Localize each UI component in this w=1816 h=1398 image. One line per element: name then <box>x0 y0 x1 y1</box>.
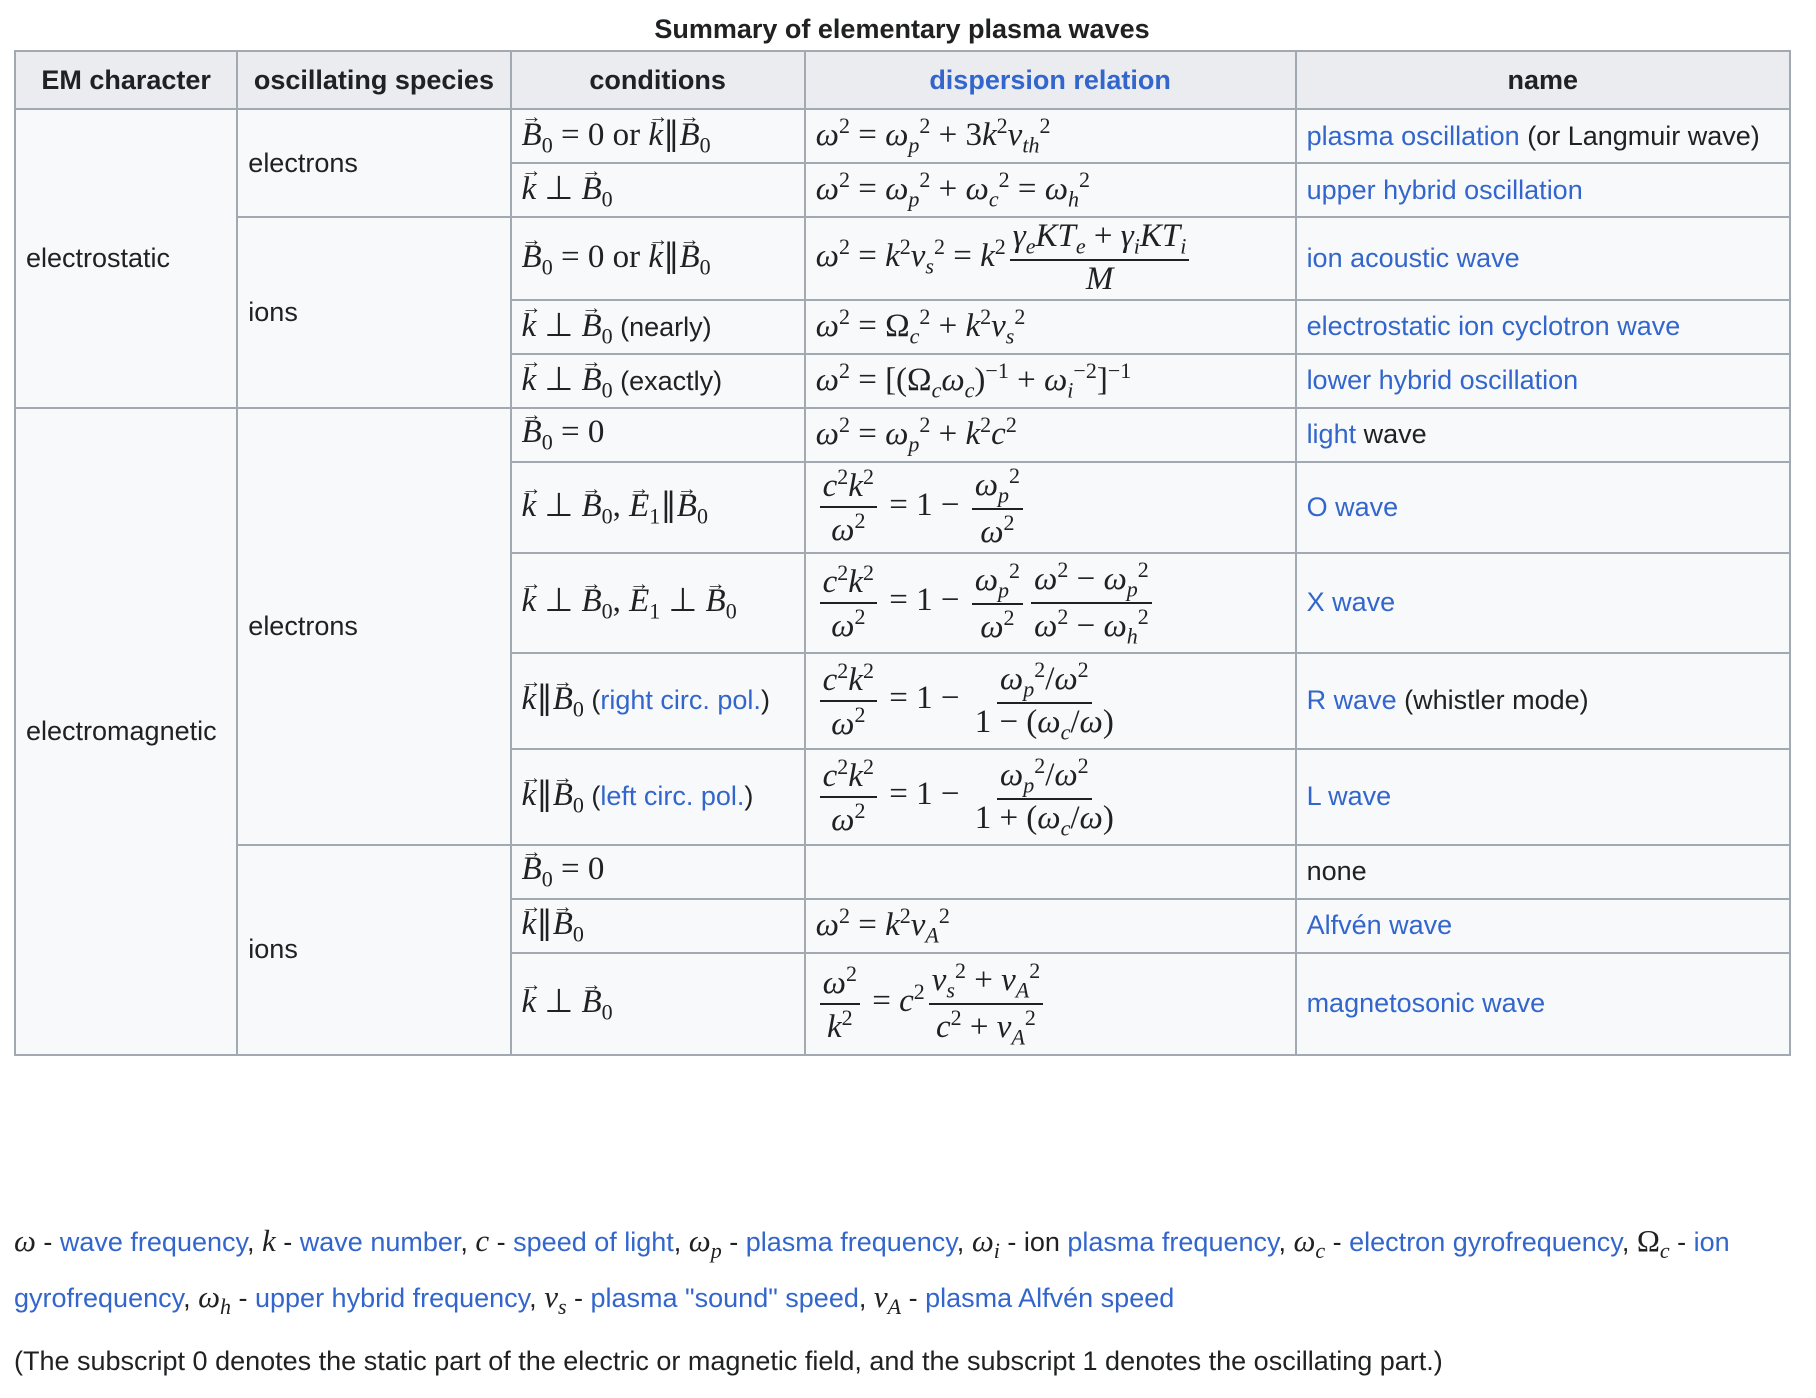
table-row: electromagnetic electrons B0 = 0 ω2 = ωp… <box>13 404 1792 1056</box>
wave-link[interactable]: lower hybrid oscillation <box>1307 365 1579 395</box>
wave-name-cell: O wave <box>1294 460 1792 554</box>
wave-name-cell: X wave <box>1294 551 1792 654</box>
wave-name-cell: Alfvén wave <box>1294 897 1792 954</box>
condition-cell: k ⊥ B0, E1 ⊥ B0 <box>509 551 806 654</box>
wave-name-cell: ion acoustic wave <box>1294 216 1792 301</box>
header-name[interactable]: name <box>1294 50 1792 110</box>
dispersion-cell <box>803 843 1297 900</box>
legend-link[interactable]: speed of light <box>513 1227 674 1257</box>
condition-cell: k ⊥ B0 (exactly) <box>509 351 806 409</box>
dispersion-cell: c2k2 ω2 = 1 − ωp2 ω2 <box>803 460 1297 554</box>
wave-name-cell: none <box>1294 843 1792 900</box>
condition-cell: B0 = 0 <box>509 404 806 463</box>
header-dispersion-relation-link[interactable]: dispersion relation <box>803 50 1297 110</box>
condition-cell: k∥B0 (left circ. pol.) <box>509 747 806 846</box>
wave-link[interactable]: X wave <box>1307 587 1396 617</box>
condition-or: or <box>612 239 641 276</box>
wave-name-suffix: (whistler mode) <box>1404 685 1589 716</box>
condition-cell: B0 = 0 or k∥B0 <box>509 216 806 301</box>
header-oscillating-species[interactable]: oscillating species <box>236 50 512 110</box>
wave-name-suffix: (or Langmuir wave) <box>1527 120 1760 151</box>
legend-link[interactable]: plasma Alfvén speed <box>925 1283 1174 1313</box>
condition-cell: k ⊥ B0 (nearly) <box>509 297 806 355</box>
wave-link[interactable]: O wave <box>1307 492 1399 522</box>
dispersion-cell: c2k2 ω2 = 1 − ωp2 ω2 ω2 − ωp2 ω2 − ωh2 <box>803 551 1297 654</box>
condition-cell: k∥B0 <box>509 896 806 954</box>
condition-cell: k∥B0 (right circ. pol.) <box>509 651 806 750</box>
legend-link[interactable]: gyrofrequency <box>14 1283 183 1313</box>
header-conditions[interactable]: conditions <box>509 50 806 110</box>
em-character-electromagnetic: electromagnetic <box>13 406 239 1056</box>
legend-link[interactable]: upper hybrid frequency <box>255 1283 529 1313</box>
wave-link[interactable]: R wave <box>1307 685 1397 715</box>
wave-link[interactable]: ion acoustic wave <box>1307 243 1520 273</box>
condition-cell: k ⊥ B0 <box>509 160 806 218</box>
table-caption: Summary of elementary plasma waves <box>654 14 1150 44</box>
header-em-character[interactable]: EM character <box>13 50 239 110</box>
wave-link[interactable]: magnetosonic wave <box>1307 988 1546 1018</box>
plasma-waves-table: EM character oscillating species conditi… <box>13 50 1792 1056</box>
wave-link[interactable]: plasma oscillation <box>1307 121 1520 151</box>
wave-link[interactable]: Alfvén wave <box>1307 910 1453 940</box>
legend-link[interactable]: ion <box>1694 1227 1730 1257</box>
wave-name-cell: magnetosonic wave <box>1294 951 1792 1056</box>
condition-note: (exactly) <box>620 365 723 396</box>
species-electrons: electrons <box>236 108 512 218</box>
condition-or: or <box>612 116 641 153</box>
subscript-note: (The subscript 0 denotes the static part… <box>14 1346 1443 1376</box>
legend-link[interactable]: plasma frequency <box>746 1227 957 1257</box>
wave-name-cell: R wave (whistler mode) <box>1294 651 1792 750</box>
condition-cell: k ⊥ B0 <box>509 951 806 1056</box>
legend-link[interactable]: wave number <box>300 1227 461 1257</box>
wave-name-cell: plasma oscillation (or Langmuir wave) <box>1294 108 1792 164</box>
condition-cell: k ⊥ B0, E1∥B0 <box>509 460 806 554</box>
legend-link[interactable]: plasma "sound" speed <box>591 1283 859 1313</box>
wave-name-cell: L wave <box>1294 747 1792 846</box>
circular-polarization-link[interactable]: right circ. pol. <box>600 685 761 715</box>
table-row: electrostatic electrons B0 = 0 or k∥B0 ω… <box>13 106 1792 409</box>
symbol-legend: ω - wave frequency, k - wave number, c -… <box>14 1223 1730 1320</box>
dispersion-cell: ω2 = k2vs2 = k2 γeKTe + γiKTi M <box>803 216 1297 301</box>
legend-link[interactable]: plasma frequency <box>1067 1227 1278 1257</box>
wave-name-cell: lower hybrid oscillation <box>1294 352 1792 409</box>
species-ions: ions <box>236 843 512 1056</box>
condition-note: (nearly) <box>620 311 712 342</box>
wave-name-text: none <box>1306 856 1367 887</box>
table-row: ions B0 = 0 or k∥B0 ω2 = k2vs2 = k2γeKTe… <box>15 216 1792 409</box>
wave-name-suffix: wave <box>1363 419 1427 450</box>
table-row: ions B0 = 0 none <box>15 841 1792 1056</box>
wave-name-cell: light wave <box>1294 406 1792 463</box>
wave-name-cell: upper hybrid oscillation <box>1294 162 1792 218</box>
dispersion-cell: ω2 = k2vA2 <box>803 897 1297 954</box>
header-row: EM character oscillating species conditi… <box>13 50 1792 110</box>
dispersion-cell: ω2 = ωp2 + 3k2vth2 <box>803 108 1297 164</box>
species-ions: ions <box>236 216 512 409</box>
wave-link[interactable]: light <box>1307 419 1357 449</box>
legend-link[interactable]: electron gyrofrequency <box>1349 1227 1622 1257</box>
species-electrons: electrons <box>236 406 512 846</box>
dispersion-cell: ω2 = ωp2 + k2c2 <box>803 406 1297 463</box>
wave-name-cell: electrostatic ion cyclotron wave <box>1294 298 1792 355</box>
wave-link[interactable]: upper hybrid oscillation <box>1307 175 1583 205</box>
wave-link[interactable]: L wave <box>1307 781 1392 811</box>
dispersion-cell: c2k2 ω2 = 1 − ωp2/ω2 1 + (ωc/ω) <box>803 747 1297 846</box>
dispersion-cell: ω2 = ωp2 + ωc2 = ωh2 <box>803 162 1297 218</box>
dispersion-cell: ω2 k2 = c2 vs2 + vA2 c2 + vA2 <box>803 951 1297 1056</box>
dispersion-cell: ω2 = [(Ωcωc)−1 + ωi−2]−1 <box>803 352 1297 409</box>
dispersion-cell: ω2 = Ωc2 + k2vs2 <box>803 298 1297 355</box>
legend-text: ion <box>1023 1227 1060 1257</box>
condition-cell: B0 = 0 or k∥B0 <box>509 106 806 164</box>
wave-link[interactable]: electrostatic ion cyclotron wave <box>1307 311 1681 341</box>
circular-polarization-link[interactable]: left circ. pol. <box>600 781 744 811</box>
legend-link[interactable]: wave frequency <box>60 1227 247 1257</box>
em-character-electrostatic: electrostatic <box>13 108 239 409</box>
condition-cell: B0 = 0 <box>509 841 806 900</box>
dispersion-cell: c2k2 ω2 = 1 − ωp2/ω2 1 − (ωc/ω) <box>803 651 1297 750</box>
